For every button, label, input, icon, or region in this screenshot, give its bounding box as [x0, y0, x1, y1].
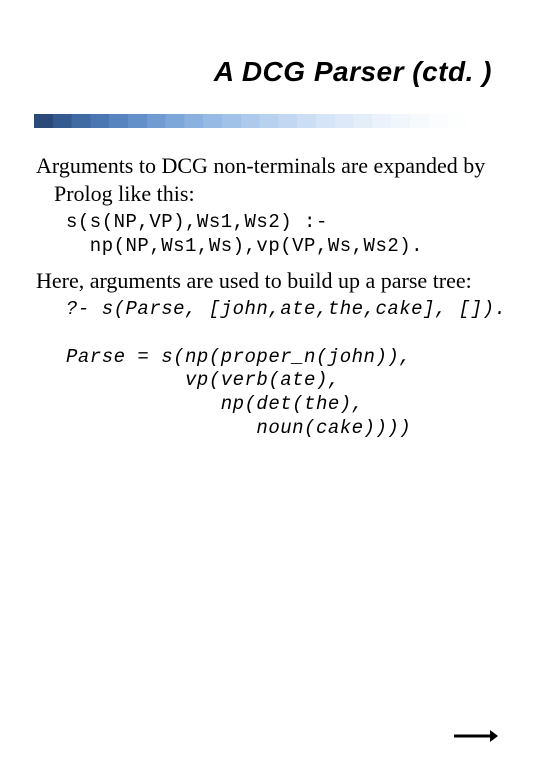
- code-block-1: s(s(NP,VP),Ws1,Ws2) :- np(NP,Ws1,Ws),vp(…: [36, 211, 504, 259]
- page-title: A DCG Parser (ctd. ): [0, 56, 492, 88]
- content-body: Arguments to DCG non-terminals are expan…: [0, 128, 540, 441]
- paragraph-2: Here, arguments are used to build up a p…: [36, 267, 504, 295]
- decorative-gradient-bar: [34, 114, 504, 128]
- paragraph-1: Arguments to DCG non-terminals are expan…: [36, 152, 504, 207]
- code-block-2: ?- s(Parse, [john,ate,the,cake], []). Pa…: [36, 298, 504, 441]
- next-arrow-icon: [454, 728, 498, 744]
